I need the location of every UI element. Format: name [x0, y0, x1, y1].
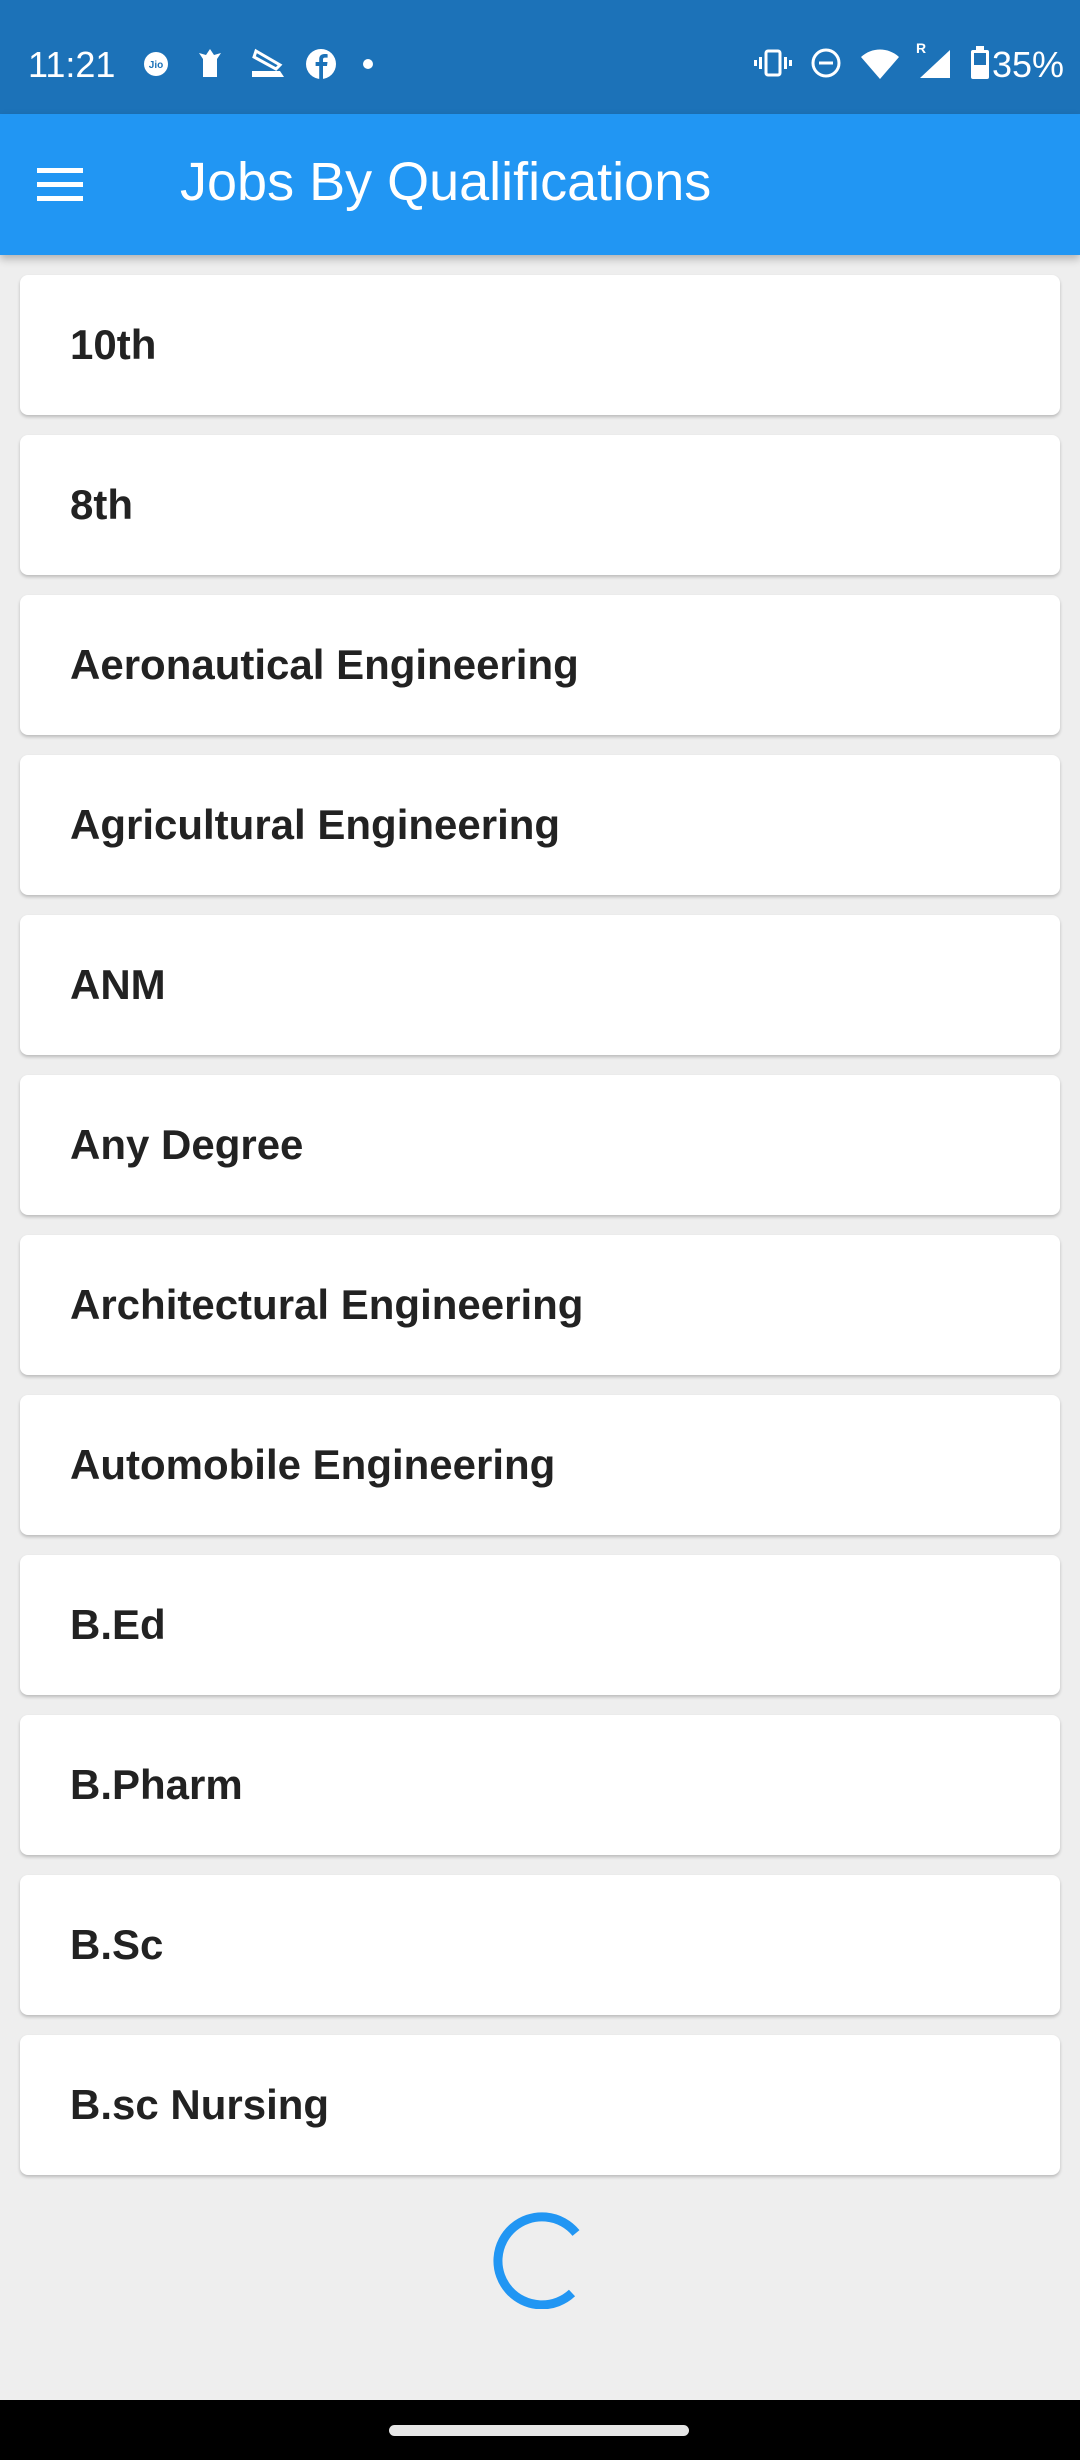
- qualification-label: B.Ed: [70, 1601, 166, 1648]
- qualification-label: Automobile Engineering: [70, 1441, 556, 1488]
- qualification-label: Aeronautical Engineering: [70, 641, 579, 688]
- status-right-icons: R 35%: [753, 40, 1064, 86]
- loading-spinner: [488, 2205, 592, 2310]
- status-bar: 11:21 Jio R 35%: [0, 0, 1080, 114]
- qualification-label: Any Degree: [70, 1121, 304, 1168]
- qualification-item-bsc-nursing[interactable]: B.sc Nursing: [20, 2035, 1060, 2175]
- app-bar: Jobs By Qualifications: [0, 114, 1080, 255]
- qualification-item-agricultural-engineering[interactable]: Agricultural Engineering: [20, 755, 1060, 895]
- svg-text:Jio: Jio: [149, 60, 163, 71]
- home-gesture-handle[interactable]: [389, 2425, 689, 2436]
- qualification-label: Architectural Engineering: [70, 1281, 584, 1328]
- battery-indicator: 35%: [970, 44, 1064, 86]
- qualification-item-bsc[interactable]: B.Sc: [20, 1875, 1060, 2015]
- qualification-label: 10th: [70, 321, 157, 368]
- battery-percent: 35%: [991, 44, 1064, 85]
- jio-icon: Jio: [140, 48, 172, 80]
- vibrate-icon: [753, 49, 792, 82]
- qualification-item-any-degree[interactable]: Any Degree: [20, 1075, 1060, 1215]
- qualification-item-automobile-engineering[interactable]: Automobile Engineering: [20, 1395, 1060, 1535]
- qualification-item-aeronautical-engineering[interactable]: Aeronautical Engineering: [20, 595, 1060, 735]
- hamburger-menu-icon[interactable]: [30, 154, 90, 214]
- qualification-label: B.Pharm: [70, 1761, 243, 1808]
- qualification-label: 8th: [70, 481, 133, 528]
- emblem-icon: [194, 48, 226, 80]
- qualification-item-bpharm[interactable]: B.Pharm: [20, 1715, 1060, 1855]
- qualification-list: 10th 8th Aeronautical Engineering Agricu…: [20, 275, 1060, 2195]
- qualification-label: ANM: [70, 961, 166, 1008]
- status-time: 11:21: [28, 44, 116, 85]
- wifi-icon: [860, 47, 900, 84]
- battery-icon: [970, 45, 990, 85]
- system-nav-bar: [0, 2400, 1080, 2460]
- facebook-icon: [305, 48, 337, 80]
- qualification-item-8th[interactable]: 8th: [20, 435, 1060, 575]
- roaming-label: R: [915, 39, 927, 56]
- qualification-label: B.Sc: [70, 1921, 164, 1968]
- qualification-label: B.sc Nursing: [70, 2081, 330, 2128]
- notification-dot-icon: [360, 48, 376, 80]
- qualification-item-bed[interactable]: B.Ed: [20, 1555, 1060, 1695]
- qualification-item-architectural-engineering[interactable]: Architectural Engineering: [20, 1235, 1060, 1375]
- signal-roaming-icon: R: [916, 40, 952, 85]
- scanner-icon: [248, 48, 288, 80]
- qualification-item-anm[interactable]: ANM: [20, 915, 1060, 1055]
- qualification-item-10th[interactable]: 10th: [20, 275, 1060, 415]
- qualification-label: Agricultural Engineering: [70, 801, 561, 848]
- page-title: Jobs By Qualifications: [180, 152, 712, 212]
- dnd-icon: [810, 47, 842, 84]
